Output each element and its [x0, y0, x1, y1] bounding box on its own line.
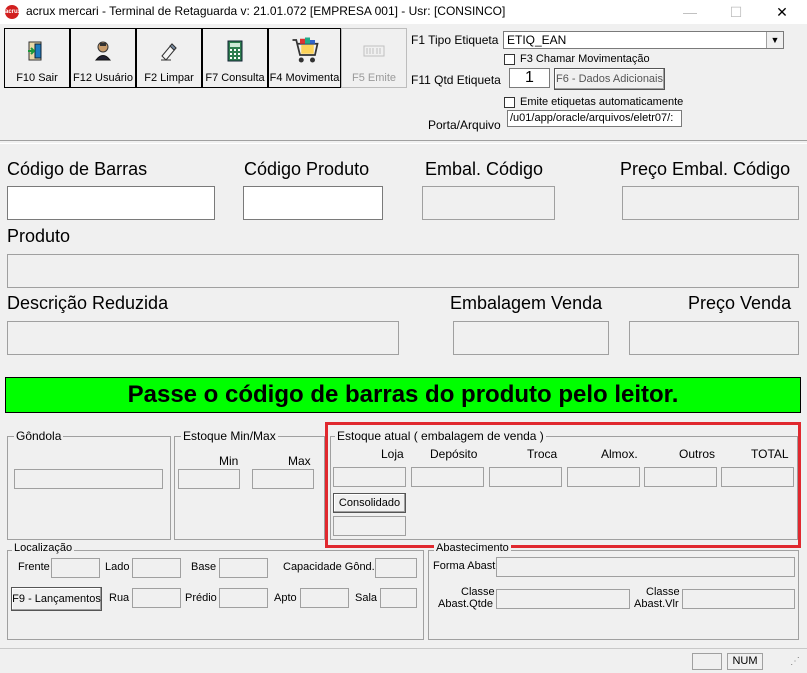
embalagem-venda-field [453, 321, 609, 355]
descricao-reduzida-label: Descrição Reduzida [7, 293, 169, 313]
consult-button[interactable]: F7 Consulta [202, 28, 268, 88]
preco-venda-label: Preço Venda [688, 293, 792, 313]
rua-field [132, 588, 181, 608]
base-label: Base [191, 561, 217, 573]
emite-button-label: F5 Emite [351, 72, 396, 84]
minimize-button[interactable]: — [667, 0, 713, 24]
descricao-reduzida-field [7, 321, 399, 355]
close-button[interactable]: ✕ [759, 0, 805, 24]
user-icon [94, 41, 112, 61]
capacidade-gondola-field [375, 558, 417, 578]
forma-abast-field [496, 557, 795, 577]
estoque-min-max-title: Estoque Min/Max [181, 429, 278, 443]
codigo-produto-label: Código Produto [244, 159, 370, 179]
codigo-barras-input[interactable] [7, 186, 215, 220]
lancamentos-button[interactable]: F9 - Lançamentos [11, 587, 102, 611]
apto-field [300, 588, 349, 608]
header-separator [0, 140, 807, 144]
codigo-produto-input[interactable] [243, 186, 383, 220]
apto-label: Apto [274, 592, 297, 604]
produto-label: Produto [7, 226, 71, 246]
qtd-etiqueta-label: F11 Qtd Etiqueta [411, 73, 501, 87]
status-num-indicator: NUM [727, 653, 763, 670]
status-bar [0, 648, 807, 673]
eraser-icon [161, 43, 177, 61]
classe-vlr-label-1: Classe [646, 586, 680, 598]
porta-arquivo-input[interactable]: /u01/app/oracle/arquivos/eletr07/: [507, 110, 682, 127]
chevron-down-icon[interactable]: ▼ [766, 32, 783, 48]
movimenta-button-label: F4 Movimenta [269, 72, 340, 84]
embal-codigo-label: Embal. Código [425, 159, 544, 179]
sala-label: Sala [355, 592, 378, 604]
classe-abast-vlr-field [682, 589, 795, 609]
tipo-etiqueta-label: F1 Tipo Etiqueta [411, 33, 499, 47]
dados-adicionais-button[interactable]: F6 - Dados Adicionais [554, 68, 665, 90]
min-label: Min [219, 454, 239, 468]
estoque-max-field [252, 469, 314, 489]
maximize-button[interactable]: ☐ [713, 0, 759, 24]
user-button-label: F12 Usuário [73, 72, 133, 84]
chamar-movimentacao-checkbox[interactable] [504, 54, 515, 65]
estoque-min-field [178, 469, 240, 489]
shopping-cart-icon [292, 37, 319, 63]
predio-label: Prédio [185, 592, 217, 604]
exit-door-icon [28, 41, 42, 61]
app-logo-icon: acrux [5, 5, 21, 19]
emite-automaticamente-checkbox[interactable] [504, 97, 515, 108]
preco-embal-codigo-field [622, 186, 799, 220]
clear-button[interactable]: F2 Limpar [136, 28, 202, 88]
capacidade-gondola-label: Capacidade Gônd. [283, 561, 375, 573]
classe-vlr-label-2: Abast.Vlr [634, 598, 679, 610]
calculator-icon [227, 40, 243, 62]
estoque-atual-highlight-box [325, 422, 801, 548]
chamar-movimentacao-label: F3 Chamar Movimentação [520, 53, 650, 65]
porta-arquivo-label: Porta/Arquivo [428, 118, 501, 132]
base-field [219, 558, 268, 578]
frente-field [51, 558, 100, 578]
codigo-barras-label: Código de Barras [7, 159, 148, 179]
tipo-etiqueta-select[interactable]: ETIQ_EAN ▼ [503, 31, 784, 49]
emite-button[interactable]: F5 Emite [341, 28, 407, 88]
max-label: Max [288, 454, 311, 468]
porta-arquivo-value: /u01/app/oracle/arquivos/eletr07/: [510, 112, 674, 124]
status-cell-blank [692, 653, 722, 670]
window-title: acrux mercari - Terminal de Retaguarda v… [26, 4, 506, 18]
embal-codigo-field [422, 186, 555, 220]
tipo-etiqueta-value: ETIQ_EAN [507, 33, 567, 47]
qtd-etiqueta-input[interactable]: 1 [509, 68, 550, 88]
preco-embal-codigo-label: Preço Embal. Código [620, 159, 791, 179]
abastecimento-title: Abastecimento [434, 542, 511, 554]
produto-field [7, 254, 799, 288]
barcode-label-icon [363, 45, 385, 57]
classe-abast-qtde-field [496, 589, 630, 609]
gondola-title: Gôndola [14, 429, 64, 443]
lado-label: Lado [105, 561, 130, 573]
rua-label: Rua [109, 592, 130, 604]
classe-qtde-label-1: Classe [461, 586, 495, 598]
emite-automaticamente-label: Emite etiquetas automaticamente [520, 96, 684, 108]
forma-abast-label: Forma Abast [433, 560, 496, 572]
embalagem-venda-label: Embalagem Venda [450, 293, 603, 313]
scan-instruction-banner: Passe o código de barras do produto pelo… [5, 377, 801, 413]
exit-button[interactable]: F10 Sair [4, 28, 70, 88]
user-button[interactable]: F12 Usuário [70, 28, 136, 88]
frente-label: Frente [18, 561, 50, 573]
exit-button-label: F10 Sair [16, 72, 58, 84]
sala-field [380, 588, 417, 608]
classe-qtde-label-2: Abast.Qtde [438, 598, 494, 610]
preco-venda-field [629, 321, 799, 355]
resize-grip-icon[interactable]: ⋰ [790, 655, 804, 669]
consult-button-label: F7 Consulta [205, 72, 265, 84]
clear-button-label: F2 Limpar [144, 72, 194, 84]
movimenta-button[interactable]: F4 Movimenta [268, 28, 341, 88]
lado-field [132, 558, 181, 578]
gondola-field [14, 469, 163, 489]
predio-field [219, 588, 268, 608]
localizacao-title: Localização [12, 542, 75, 554]
